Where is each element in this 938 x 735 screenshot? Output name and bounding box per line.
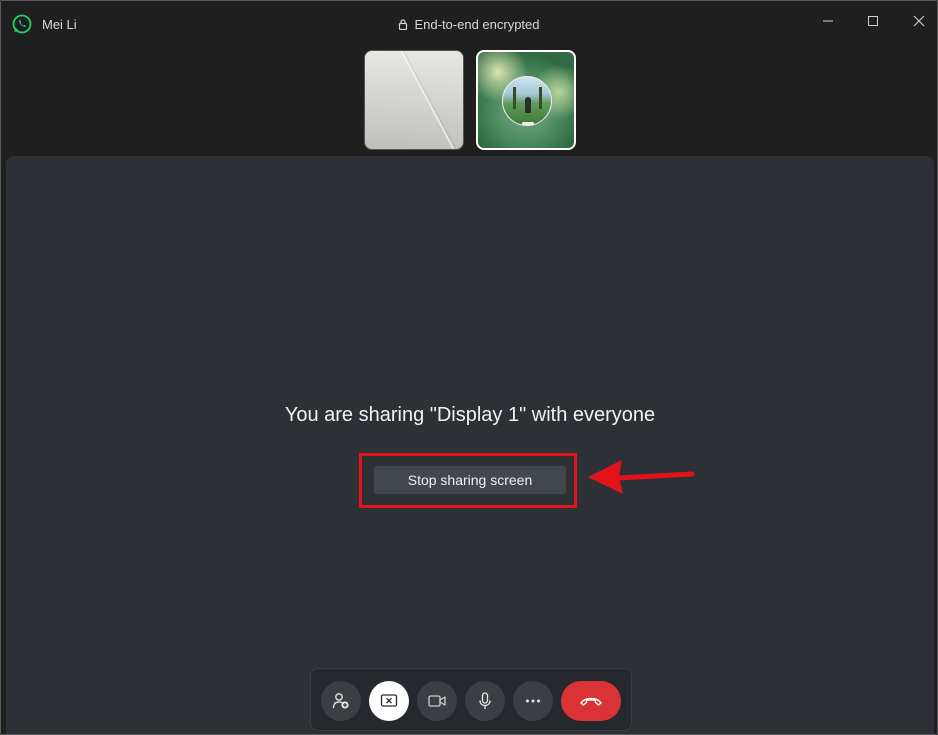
microphone-icon — [479, 692, 491, 709]
maximize-button[interactable] — [858, 9, 888, 33]
lock-icon — [398, 18, 408, 33]
participant-thumbnail[interactable] — [476, 50, 576, 150]
close-button[interactable] — [904, 9, 934, 33]
video-toggle-button[interactable] — [417, 681, 457, 721]
encryption-status: End-to-end encrypted — [1, 17, 937, 33]
microphone-toggle-button[interactable] — [465, 681, 505, 721]
call-window: Mei Li End-to-end encrypted You are shar… — [0, 0, 938, 735]
encryption-label: End-to-end encrypted — [414, 17, 540, 32]
title-bar: Mei Li End-to-end encrypted — [1, 1, 937, 45]
stop-screen-share-button[interactable] — [369, 681, 409, 721]
video-camera-icon — [428, 695, 446, 707]
minimize-icon — [823, 20, 833, 22]
end-call-button[interactable] — [561, 681, 621, 721]
close-icon — [913, 15, 925, 27]
more-icon — [526, 699, 540, 703]
avatar — [502, 76, 552, 126]
add-participant-button[interactable] — [321, 681, 361, 721]
maximize-icon — [868, 16, 878, 26]
phone-hangup-icon — [580, 697, 602, 706]
share-status-message: You are sharing "Display 1" with everyon… — [284, 404, 656, 426]
annotation-arrow-icon — [588, 460, 695, 494]
call-stage: You are sharing "Display 1" with everyon… — [6, 156, 934, 734]
more-options-button[interactable] — [513, 681, 553, 721]
stop-share-icon — [380, 694, 398, 707]
call-controls-bar — [310, 668, 632, 731]
stop-sharing-button[interactable]: Stop sharing screen — [374, 466, 566, 494]
person-add-icon — [332, 693, 349, 709]
self-video-thumbnail[interactable] — [364, 50, 464, 150]
minimize-button[interactable] — [813, 9, 843, 33]
